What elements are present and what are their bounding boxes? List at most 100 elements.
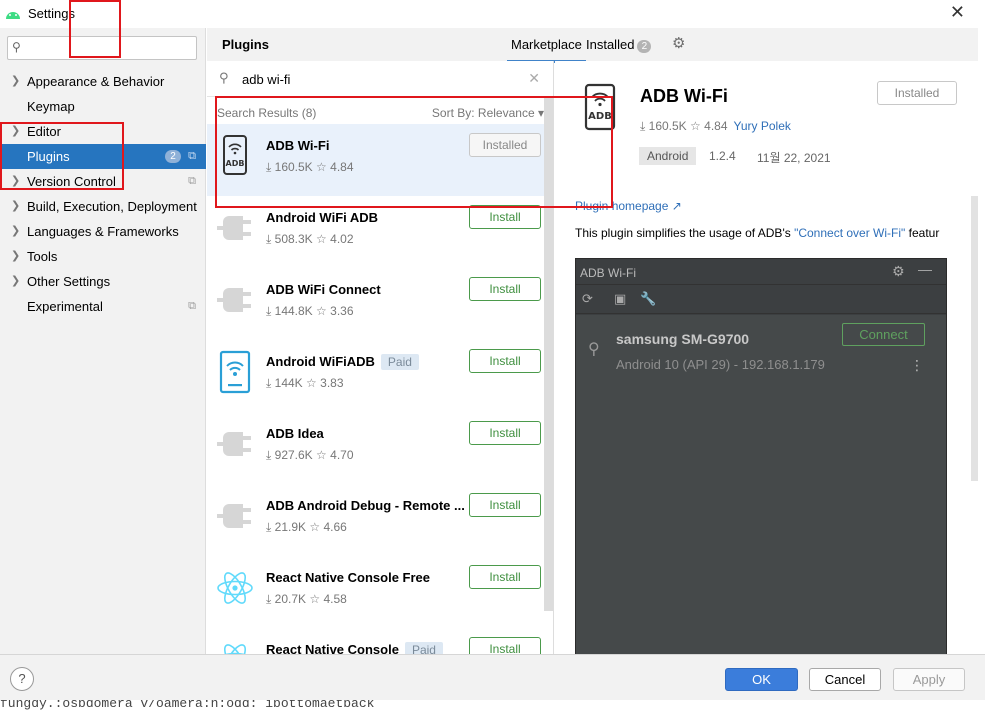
usb-icon: ⚲	[588, 341, 600, 358]
sidebar-item-label: Appearance & Behavior	[27, 74, 165, 89]
chevron-right-icon: ❯	[11, 125, 21, 137]
plugin-name: ADB Android Debug - Remote ...	[266, 498, 465, 513]
plugin-detail-name: ADB Wi-Fi	[640, 86, 728, 106]
plugin-name: Android WiFi ADB	[266, 210, 379, 225]
react-icon	[224, 644, 246, 654]
sidebar-item-build[interactable]: ❯ Build, Execution, Deployment	[0, 194, 206, 219]
plugin-stats: ⤓ 21.9K ☆ 4.66	[266, 520, 347, 535]
author-link[interactable]: Yury Polek	[734, 119, 791, 133]
cancel-button[interactable]: Cancel	[809, 668, 881, 691]
results-bar: Search Results (8) Sort By: Relevance ▾	[207, 101, 553, 123]
sort-dropdown[interactable]: Sort By: Relevance ▾	[432, 106, 544, 120]
ok-button[interactable]: OK	[725, 668, 798, 691]
install-button[interactable]: Install	[469, 565, 541, 589]
project-scope-icon: ⧉	[188, 300, 196, 312]
plugin-name: Android WiFiADB Paid	[266, 354, 419, 370]
plugin-row[interactable]: ADB Idea ⤓ 927.6K ☆ 4.70 Install	[207, 412, 544, 484]
list-scrollbar[interactable]	[544, 98, 553, 611]
install-button[interactable]: Install	[469, 349, 541, 373]
page-title: Plugins	[222, 37, 269, 52]
plugin-homepage-link[interactable]: Plugin homepage ↗	[575, 199, 682, 213]
star-icon: ☆	[316, 232, 327, 246]
chevron-right-icon: ❯	[11, 250, 21, 262]
results-count: Search Results (8)	[217, 106, 317, 120]
tab-marketplace[interactable]: Marketplace	[507, 37, 586, 63]
install-button[interactable]: Install	[469, 493, 541, 517]
tab-installed[interactable]: Installed 2	[586, 37, 652, 53]
phone-wifi-icon	[219, 350, 251, 394]
plug-icon	[217, 216, 251, 240]
project-scope-icon: ⧉	[188, 175, 196, 187]
title-bar: Settings ✕	[0, 0, 985, 28]
detail-scrollbar[interactable]	[971, 196, 978, 481]
sidebar-item-appearance[interactable]: ❯ Appearance & Behavior	[0, 69, 206, 94]
screenshot-title: ADB Wi-Fi	[580, 266, 636, 280]
plugin-row[interactable]: Android WiFi ADB ⤓ 508.3K ☆ 4.02 Install	[207, 196, 544, 268]
installed-button[interactable]: Installed	[877, 81, 957, 105]
plugin-stats: ⤓ 927.6K ☆ 4.70	[266, 448, 354, 463]
downloads: 508.3K	[274, 232, 313, 246]
sort-label: Sort By: Relevance	[431, 106, 535, 120]
category-tag[interactable]: Android	[639, 147, 697, 165]
plugin-row[interactable]: ADB Android Debug - Remote ... ⤓ 21.9K ☆…	[207, 484, 544, 556]
install-button[interactable]: Install	[469, 277, 541, 301]
description-link[interactable]: "Connect over Wi-Fi"	[794, 226, 905, 240]
rating: 3.83	[320, 376, 344, 390]
dialog-footer: ? OK Cancel Apply	[0, 654, 985, 700]
apply-button: Apply	[893, 668, 965, 691]
chevron-right-icon: ❯	[11, 225, 21, 237]
rating: 3.36	[330, 304, 354, 318]
description-text: featur	[905, 226, 940, 240]
adb-wifi-icon: ADB	[223, 135, 247, 175]
close-icon[interactable]: ✕	[950, 2, 965, 23]
plugin-row[interactable]: ADB WiFi Connect ⤓ 144.8K ☆ 3.36 Install	[207, 268, 544, 340]
install-button[interactable]: Install	[469, 421, 541, 445]
plug-icon	[217, 432, 251, 456]
gear-icon: ⚙	[892, 263, 905, 279]
install-button[interactable]: Install	[469, 637, 541, 654]
settings-search-input[interactable]	[26, 39, 191, 57]
settings-search[interactable]: ⚲	[7, 36, 197, 60]
plugin-search-query[interactable]: adb wi-fi	[242, 72, 290, 87]
installed-button[interactable]: Installed	[469, 133, 541, 157]
terminal-icon: ▣	[614, 291, 627, 306]
gear-icon[interactable]: ⚙	[672, 34, 685, 52]
chevron-right-icon: ❯	[11, 75, 21, 87]
rating: 4.70	[330, 448, 354, 462]
star-icon: ☆	[309, 520, 321, 534]
download-icon: ⤓	[266, 592, 272, 606]
sidebar-item-tools[interactable]: ❯ Tools	[0, 244, 206, 269]
window-title: Settings	[28, 6, 75, 21]
android-app-icon	[6, 12, 20, 19]
install-button[interactable]: Install	[469, 205, 541, 229]
chevron-right-icon: ❯	[11, 275, 21, 287]
plugin-stats: ⤓ 20.7K ☆ 4.58	[266, 592, 347, 607]
sidebar-item-version-control[interactable]: ❯ Version Control ⧉	[0, 169, 206, 194]
plugin-row[interactable]: ADB ADB Wi-Fi ⤓ 160.5K ☆ 4.84 Installed	[207, 124, 544, 196]
sidebar-item-label: Languages & Frameworks	[27, 224, 179, 239]
sidebar-item-other-settings[interactable]: ❯ Other Settings	[0, 269, 206, 294]
sidebar-item-plugins[interactable]: Plugins 2 ⧉	[0, 144, 206, 169]
plugin-row[interactable]: Android WiFiADB Paid ⤓ 144K ☆ 3.83 Instal…	[207, 340, 544, 412]
sidebar-item-editor[interactable]: ❯ Editor	[0, 119, 206, 144]
clear-icon[interactable]: ✕	[528, 70, 540, 87]
download-icon: ⤓	[266, 520, 272, 534]
device-info: Android 10 (API 29) - 192.168.1.179	[616, 357, 825, 372]
plugins-header: Plugins Marketplace Installed 2 ⚙	[207, 28, 978, 63]
plugin-row[interactable]: React Native Console Paid Install	[207, 628, 544, 654]
search-icon: ⚲	[12, 40, 21, 54]
plugin-stats: ⤓ 508.3K ☆ 4.02	[266, 232, 354, 247]
refresh-icon: ⟳	[582, 291, 593, 306]
plugin-detail-panel: ADB ADB Wi-Fi Installed ⤓ 160.5K ☆ 4.84 Y…	[555, 61, 978, 654]
plugin-stats: ⤓ 144.8K ☆ 3.36	[266, 304, 354, 319]
sidebar-item-experimental[interactable]: Experimental ⧉	[0, 294, 206, 319]
sidebar-item-keymap[interactable]: Keymap	[0, 94, 206, 119]
downloads: 160.5K	[274, 160, 313, 174]
console-text: fungdy.:osbdomera v/oamera:n:odd: ibotto…	[0, 700, 375, 711]
help-button[interactable]: ?	[10, 667, 34, 691]
sidebar-item-label: Tools	[27, 249, 58, 264]
plugin-row[interactable]: React Native Console Free ⤓ 20.7K ☆ 4.58…	[207, 556, 544, 628]
sidebar-item-languages[interactable]: ❯ Languages & Frameworks	[0, 219, 206, 244]
screenshot-device-list: ⚲ samsung SM-G9700 Android 10 (API 29) -…	[576, 315, 946, 654]
plugin-search-field[interactable]: ⚲ adb wi-fi ✕	[207, 61, 553, 97]
